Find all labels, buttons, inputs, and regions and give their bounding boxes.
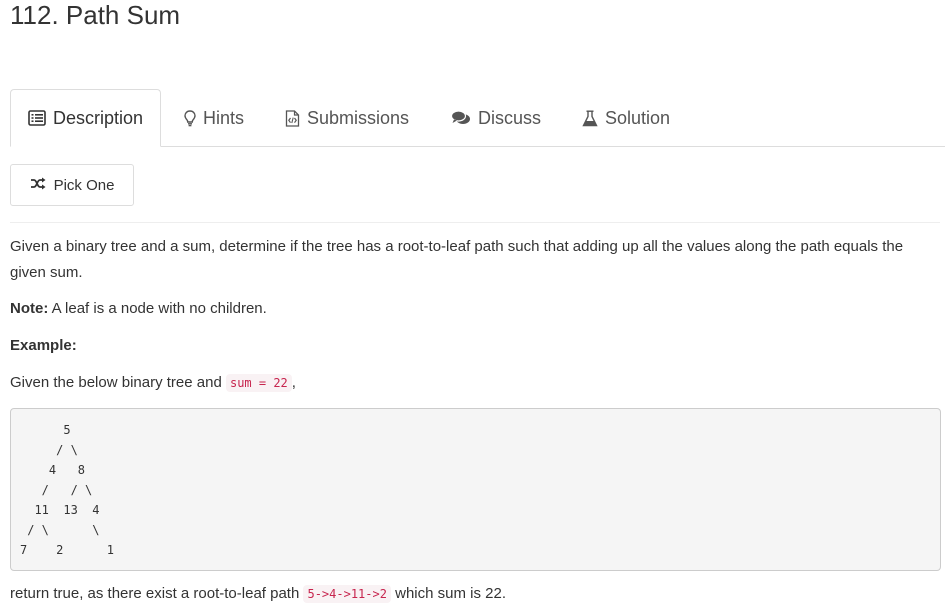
given-suffix: , [291, 374, 296, 391]
given-line: Given the below binary tree and sum = 22… [10, 373, 296, 393]
tab-description[interactable]: Description [10, 89, 161, 147]
path-code: 5->4->11->2 [303, 585, 391, 603]
tab-label: Discuss [478, 107, 542, 128]
tab-label: Solution [605, 107, 671, 128]
shuffle-icon [30, 177, 46, 194]
tab-hints[interactable]: Hints [184, 89, 244, 147]
result-prefix: return true, as there exist a root-to-le… [10, 585, 304, 602]
note-line: Note: A leaf is a node with no children. [10, 299, 267, 319]
tab-bar: Description Hints Submissions Discuss So… [10, 89, 945, 147]
comments-icon [451, 110, 471, 126]
tab-discuss[interactable]: Discuss [451, 89, 541, 147]
tab-label: Hints [203, 107, 245, 128]
code-file-icon [285, 109, 300, 127]
pick-one-label: Pick One [53, 176, 115, 194]
tab-label: Submissions [307, 107, 410, 128]
sum-code: sum = 22 [225, 374, 292, 392]
note-label: Note: [10, 300, 49, 317]
given-prefix: Given the below binary tree and [10, 374, 226, 391]
result-line: return true, as there exist a root-to-le… [10, 584, 506, 604]
page-title: 112. Path Sum [10, 0, 181, 30]
tab-label: Description [53, 107, 144, 128]
problem-page: 112. Path Sum Description Hints Submissi… [0, 0, 945, 611]
list-alt-icon [28, 110, 46, 126]
tab-submissions[interactable]: Submissions [285, 89, 409, 147]
result-suffix: which sum is 22. [390, 585, 507, 602]
divider [10, 222, 940, 223]
description-paragraph: Given a binary tree and a sum, determine… [10, 238, 904, 281]
lightbulb-icon [184, 109, 196, 127]
tab-solution[interactable]: Solution [582, 89, 670, 147]
flask-icon [582, 110, 598, 127]
example-heading: Example: [10, 337, 77, 354]
pick-one-button[interactable]: Pick One [10, 164, 134, 206]
note-text: A leaf is a node with no children. [48, 300, 267, 317]
tree-code-block: 5 / \ 4 8 / / \ 11 13 4 / \ \ 7 2 1 [10, 408, 941, 571]
